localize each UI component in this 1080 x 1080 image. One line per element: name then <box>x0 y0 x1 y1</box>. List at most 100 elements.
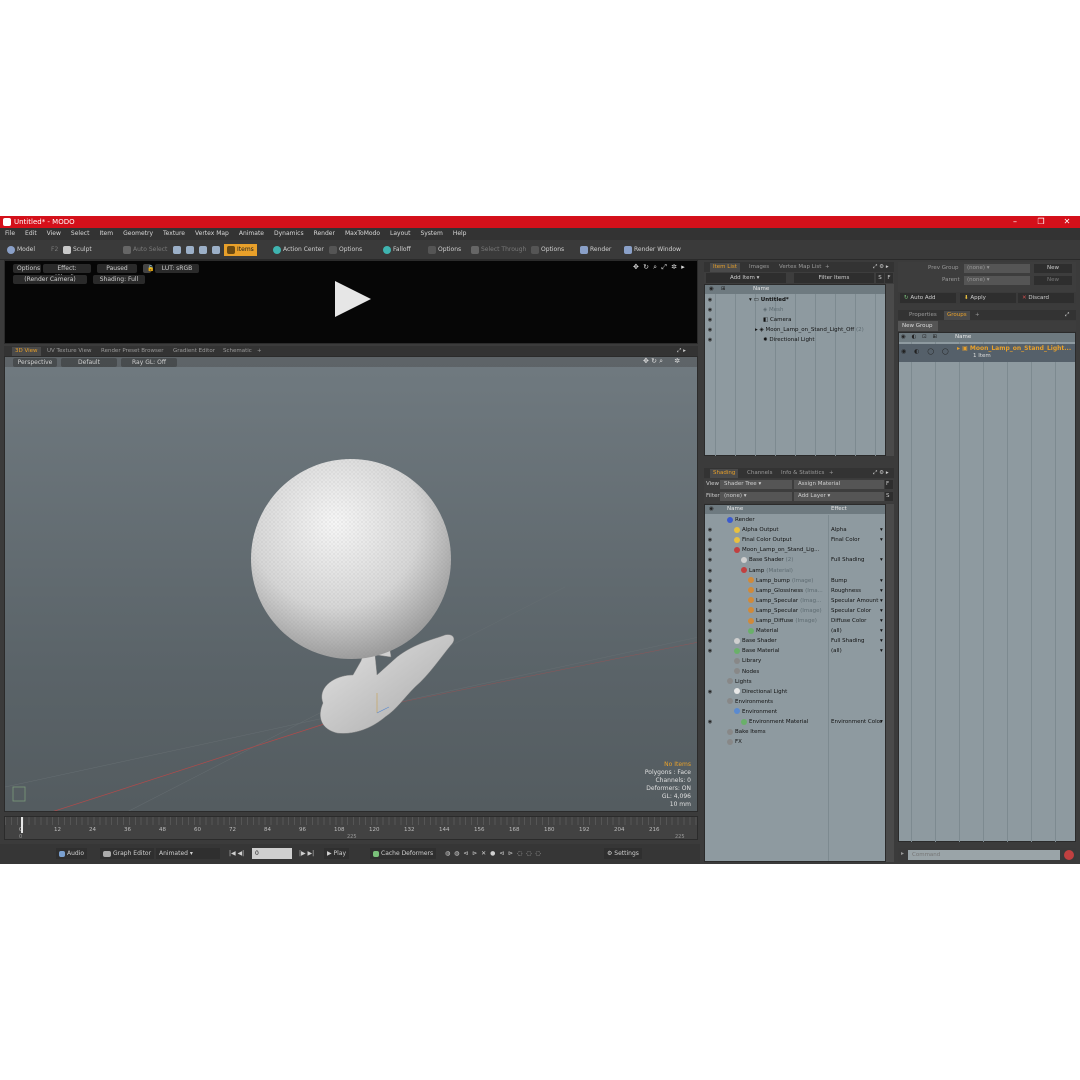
render-button[interactable]: Render <box>577 244 614 256</box>
timeline[interactable]: 0 12 24 36 48 60 72 84 96 108 120 132 14… <box>4 816 699 840</box>
group-row[interactable]: ◉ ◐ ◯ ◯ ▸ ▣ Moon_Lamp_on_Stand_Light... … <box>899 344 1075 362</box>
list-item[interactable]: ◉ ✸ Directional Light <box>705 335 885 345</box>
list-item[interactable]: ◉ Lamp_Specular (Imag... Specular Amount ▾ <box>705 596 885 606</box>
menu-maxtomodo[interactable]: MaxToModo <box>340 228 385 240</box>
shader-tree-scrollbar[interactable] <box>886 504 894 862</box>
chevron-down-icon[interactable]: ▾ <box>880 626 883 636</box>
play-icon[interactable] <box>335 281 371 317</box>
render-window-button[interactable]: Render Window <box>621 244 684 256</box>
shading-s-button[interactable]: S <box>885 492 893 501</box>
visibility-eye-icon[interactable]: ◉ <box>707 566 713 576</box>
chevron-down-icon[interactable]: ▾ <box>880 586 883 596</box>
panel-menu-icon[interactable]: ⤢ ⚙ ▸ <box>870 469 892 478</box>
chevron-down-icon[interactable]: ▾ <box>880 646 883 656</box>
preview-shading-dropdown[interactable]: Shading: Full <box>93 275 145 284</box>
cache-deformers-button[interactable]: Cache Deformers <box>370 848 437 859</box>
layer-effect-dropdown[interactable]: Bump <box>831 576 847 586</box>
visibility-eye-icon[interactable]: ◉ <box>707 525 713 535</box>
visibility-eye-icon[interactable]: ◉ <box>707 295 713 305</box>
menu-render[interactable]: Render <box>309 228 340 240</box>
preview-paused-button[interactable]: Paused <box>97 264 137 273</box>
layer-effect-dropdown[interactable]: Specular Amount <box>831 596 878 606</box>
menu-geometry[interactable]: Geometry <box>118 228 158 240</box>
visibility-eye-icon[interactable]: ◉ <box>707 596 713 606</box>
chevron-down-icon[interactable]: ▾ <box>880 535 883 545</box>
menu-animate[interactable]: Animate <box>234 228 269 240</box>
assign-material-button[interactable]: Assign Material <box>794 480 884 489</box>
list-item[interactable]: Nodes <box>705 667 885 677</box>
discard-button[interactable]: ✕ Discard <box>1018 293 1074 303</box>
menu-view[interactable]: View <box>42 228 66 240</box>
menu-select[interactable]: Select <box>66 228 95 240</box>
menu-system[interactable]: System <box>415 228 447 240</box>
falloff-button[interactable]: Falloff <box>380 244 414 256</box>
layer-effect-dropdown[interactable]: Full Shading <box>831 636 865 646</box>
chevron-down-icon[interactable]: ▾ <box>880 555 883 565</box>
view-dropdown[interactable]: Shader Tree ▾ <box>720 480 792 489</box>
command-input[interactable] <box>908 850 1060 860</box>
visibility-eye-icon[interactable]: ◉ <box>707 606 713 616</box>
render-camera-dropdown[interactable]: (Render Camera) <box>13 275 87 284</box>
visibility-eye-icon[interactable]: ◉ <box>707 717 713 727</box>
chevron-down-icon[interactable]: ▾ <box>880 636 883 646</box>
visibility-eye-icon[interactable]: ◉ <box>707 586 713 596</box>
visibility-eye-icon[interactable]: ◉ <box>707 315 713 325</box>
list-item[interactable]: ◉ Moon_Lamp_on_Stand_Lig... <box>705 545 885 555</box>
tab-add[interactable]: + <box>826 469 837 478</box>
visibility-eye-icon[interactable]: ◉ <box>707 555 713 565</box>
lock-icon[interactable]: 🔒 <box>143 264 154 273</box>
list-item[interactable]: ◉ ◈ Mesh <box>705 305 885 315</box>
tab-groups[interactable]: Groups <box>944 311 970 320</box>
list-item[interactable]: ◉ Environment Material Environment Color ▾ <box>705 717 885 727</box>
tab-schematic[interactable]: Schematic <box>220 347 255 356</box>
item-list-s-button[interactable]: S <box>876 273 884 283</box>
list-item[interactable]: Render <box>705 515 885 525</box>
key-tools-icons[interactable]: ◍ ◍ ⊲ ⊳ ✕ ● ⊲ ⊳ ◌ ◌ ◌ <box>442 848 545 859</box>
menu-dynamics[interactable]: Dynamics <box>269 228 309 240</box>
transport-back-buttons[interactable]: |◀ ◀| <box>226 848 247 859</box>
model-button[interactable]: Model <box>4 244 38 256</box>
chevron-down-icon[interactable]: ▾ <box>880 717 883 727</box>
close-button[interactable]: ✕ <box>1056 216 1078 228</box>
list-item[interactable]: ◉ Directional Light <box>705 687 885 697</box>
items-mode-button[interactable]: Items <box>224 244 257 256</box>
record-icon[interactable] <box>1064 850 1074 860</box>
add-item-dropdown[interactable]: Add Item ▾ <box>706 273 786 283</box>
audio-button[interactable]: Audio <box>56 848 88 859</box>
select-options-button[interactable]: Options <box>528 244 567 256</box>
layer-effect-dropdown[interactable]: (all) <box>831 626 842 636</box>
tab-properties[interactable]: Properties <box>906 311 940 320</box>
layer-effect-dropdown[interactable]: Full Shading <box>831 555 865 565</box>
list-item[interactable]: Bake Items <box>705 727 885 737</box>
layer-effect-dropdown[interactable]: Specular Color <box>831 606 871 616</box>
action-center-options-button[interactable]: Options <box>326 244 365 256</box>
transport-forward-buttons[interactable]: |▶ ▶| <box>296 848 317 859</box>
visibility-eye-icon[interactable]: ◉ <box>707 646 713 656</box>
preview-options-button[interactable]: Options <box>13 264 41 273</box>
filter-items-button[interactable]: Filter Items <box>794 273 874 283</box>
preview-nav-icons[interactable]: ✥ ↻ ⌕ ⤢ ✲ ▸ <box>633 263 686 272</box>
falloff-options-button[interactable]: Options <box>425 244 464 256</box>
list-item[interactable]: ◉ Base Material (all) ▾ <box>705 646 885 656</box>
apply-button[interactable]: ⬇ Apply <box>960 293 1016 303</box>
layer-effect-dropdown[interactable]: (all) <box>831 646 842 656</box>
list-item[interactable]: Library <box>705 656 885 666</box>
minimize-button[interactable]: – <box>1004 216 1026 228</box>
select-through-button[interactable]: Select Through <box>468 244 529 256</box>
play-button[interactable]: ▶ Play <box>324 848 350 859</box>
chevron-down-icon[interactable]: ▾ <box>880 525 883 535</box>
visibility-eye-icon[interactable]: ◉ <box>707 626 713 636</box>
auto-add-button[interactable]: ↻ Auto Add <box>900 293 956 303</box>
visibility-eye-icon[interactable]: ◉ <box>707 305 713 315</box>
list-item[interactable]: ◉ Lamp_Specular (Image) Specular Color ▾ <box>705 606 885 616</box>
list-item[interactable]: ◉ Lamp_Glossiness (Ima... Roughness ▾ <box>705 586 885 596</box>
frame-input[interactable]: 0 <box>252 848 292 859</box>
prev-group-dropdown[interactable]: (none) ▾ <box>964 264 1030 273</box>
visibility-eye-icon[interactable]: ◉ <box>707 687 713 697</box>
list-item[interactable]: ◉ Base Shader (2) Full Shading ▾ <box>705 555 885 565</box>
auto-select-button[interactable]: Auto Select <box>120 244 170 256</box>
shading-f-button[interactable]: F <box>885 480 893 489</box>
add-layer-dropdown[interactable]: Add Layer ▾ <box>794 492 884 501</box>
tab-gradient-editor[interactable]: Gradient Editor <box>170 347 218 356</box>
visibility-eye-icon[interactable]: ◉ <box>707 535 713 545</box>
